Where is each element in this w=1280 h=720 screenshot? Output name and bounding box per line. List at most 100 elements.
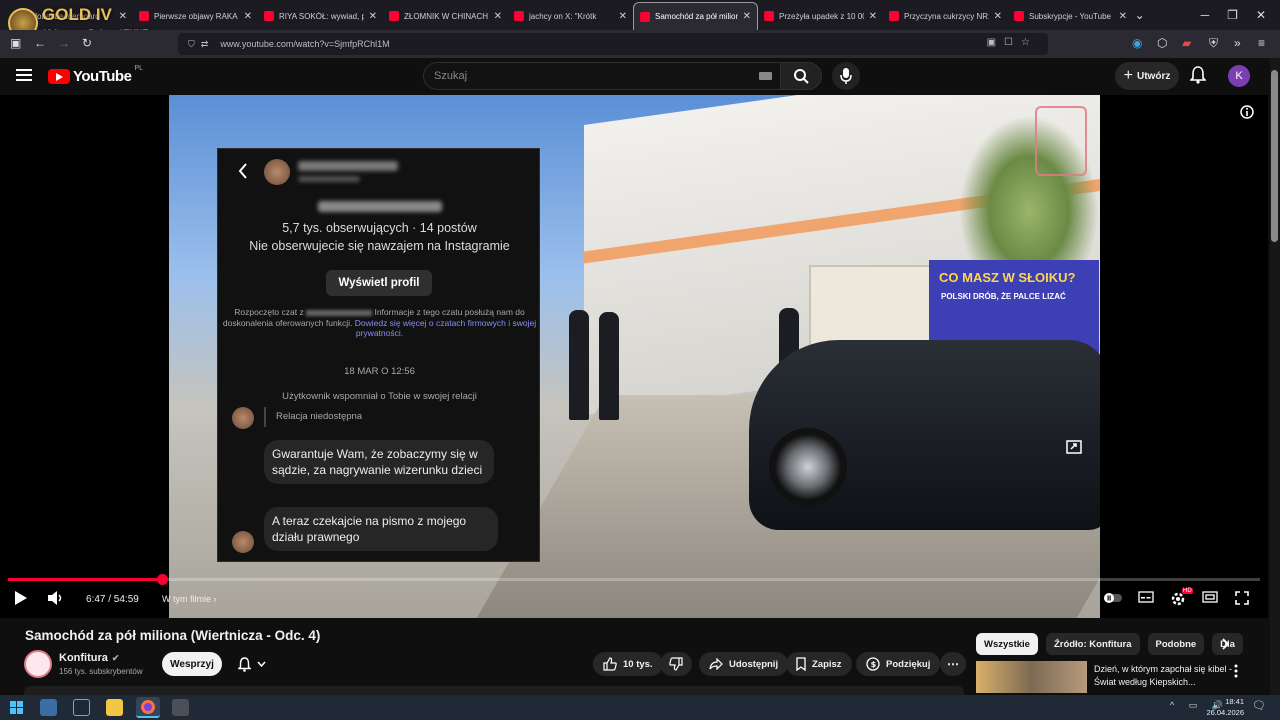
save-label: Zapisz — [812, 658, 842, 670]
tab-list-chevron-icon[interactable]: ⌄ — [1135, 8, 1145, 22]
reader-and-bookmark-icons[interactable]: ▣☐☆ — [987, 37, 1038, 48]
address-bar[interactable]: ⛉ ⇄ www.youtube.com/watch?v=SjmfpRChl1M … — [178, 33, 1048, 55]
browser-tab[interactable]: RIYA SOKÓŁ: wywiad, pie ✕ — [258, 2, 383, 30]
info-icon[interactable] — [1240, 105, 1254, 119]
windows-start-icon[interactable] — [8, 699, 25, 716]
tab-close-icon[interactable]: ✕ — [119, 11, 127, 22]
browser-tab[interactable]: Pierwsze objawy RAKA P ✕ — [133, 2, 258, 30]
chapter-label: W tym filmie — [162, 594, 211, 604]
forward-icon[interactable]: → — [58, 36, 70, 50]
privacy-icon[interactable]: ⛨ — [1209, 36, 1218, 51]
view-profile-button: Wyświetl profil — [326, 270, 432, 296]
minimize-icon[interactable]: ─ — [1201, 8, 1210, 22]
account-avatar[interactable]: K — [1228, 65, 1250, 87]
hamburger-menu-icon[interactable] — [16, 68, 32, 82]
page-scrollbar[interactable] — [1270, 58, 1280, 695]
adblock-extension-icon[interactable]: ◉ — [1132, 36, 1142, 50]
extension-badge-icon[interactable]: ▰ — [1182, 36, 1191, 50]
like-button[interactable]: 10 tys. — [593, 652, 663, 676]
chat-message-1: Gwarantuje Wam, że zobaczymy się w sądzi… — [264, 440, 494, 484]
progress-bar[interactable] — [8, 574, 1260, 585]
browser-tab[interactable]: Global Leaderboard ✕ — [8, 2, 133, 30]
tab-close-icon[interactable]: ✕ — [619, 11, 627, 22]
filter-chip[interactable]: Źródło: Konfitura — [1045, 633, 1140, 655]
search-button[interactable] — [780, 62, 822, 90]
steam-icon[interactable] — [73, 699, 90, 716]
filter-chip[interactable]: Wszystkie — [976, 633, 1038, 655]
close-window-icon[interactable]: ✕ — [1256, 8, 1266, 22]
sidebar-toggle-icon[interactable]: ▣ — [10, 36, 21, 50]
tab-favicon-icon — [14, 11, 24, 21]
fullscreen-icon[interactable] — [1235, 591, 1249, 605]
sender-avatar — [232, 531, 254, 553]
browser-tab[interactable]: jachcy on X: "Krótk ✕ — [508, 2, 633, 30]
more-actions-button[interactable]: ⋯ — [940, 652, 966, 676]
tab-close-icon[interactable]: ✕ — [1119, 11, 1127, 22]
tab-favicon-icon — [1014, 11, 1024, 21]
expand-overlay-icon[interactable] — [1066, 440, 1082, 454]
reload-icon[interactable]: ↻ — [82, 36, 92, 50]
recommendation-title[interactable]: Dzień, w którym zapchał się kibel - Świa… — [1094, 663, 1234, 689]
firefox-icon[interactable] — [136, 697, 160, 718]
overflow-icon[interactable]: » — [1234, 36, 1241, 50]
svg-text:$: $ — [871, 660, 877, 669]
back-icon[interactable]: ← — [34, 36, 46, 50]
file-explorer-icon[interactable] — [106, 699, 123, 716]
app-icon-computer[interactable] — [40, 699, 57, 716]
thanks-button[interactable]: $ Podziękuj — [856, 652, 941, 676]
extensions-icon[interactable]: ⬡ — [1157, 36, 1167, 50]
tab-close-icon[interactable]: ✕ — [369, 11, 377, 22]
tab-close-icon[interactable]: ✕ — [994, 11, 1002, 22]
tab-close-icon[interactable]: ✕ — [743, 11, 751, 22]
search-placeholder: Szukaj — [434, 70, 468, 82]
search-input[interactable]: Szukaj — [423, 62, 780, 90]
channel-watermark-icon[interactable] — [1035, 106, 1087, 176]
shield-icon[interactable]: ⛉ — [188, 39, 195, 50]
like-count: 10 tys. — [623, 658, 653, 670]
chat-date: 18 MAR O 12:56 — [344, 366, 415, 377]
tab-close-icon[interactable]: ✕ — [869, 11, 877, 22]
voice-search-button[interactable] — [832, 62, 860, 90]
notification-center-icon[interactable]: 🗨 — [1252, 699, 1268, 715]
browser-tab[interactable]: Przeżyła upadek z 10 000 ✕ — [758, 2, 883, 30]
scrollbar-thumb[interactable] — [1271, 70, 1278, 242]
share-button[interactable]: Udostępnij — [699, 652, 789, 676]
more-vertical-icon[interactable] — [1234, 664, 1238, 678]
volume-icon[interactable] — [48, 591, 64, 605]
chapter-button[interactable]: W tym filmie › — [162, 594, 217, 604]
tab-close-icon[interactable]: ✕ — [494, 11, 502, 22]
permissions-icon[interactable]: ⇄ — [201, 39, 209, 50]
progress-scrubber[interactable] — [157, 574, 169, 585]
notification-settings-button[interactable] — [228, 652, 276, 676]
restore-icon[interactable]: ❐ — [1227, 8, 1238, 22]
browser-tab[interactable]: Subskrypcje - YouTube ✕ — [1008, 2, 1133, 30]
channel-avatar[interactable] — [24, 650, 52, 678]
dislike-button[interactable] — [660, 652, 692, 676]
miniplayer-icon[interactable] — [1202, 591, 1218, 603]
browser-tab[interactable]: Samochód za pół milion ✕ — [633, 2, 758, 30]
browser-tab[interactable]: Przyczyna cukrzycy NR1 ✕ — [883, 2, 1008, 30]
url-text[interactable]: www.youtube.com/watch?v=SjmfpRChl1M — [220, 39, 389, 49]
notifications-bell-icon[interactable] — [1190, 66, 1206, 84]
browser-tab[interactable]: ZŁOMNIK W CHINACH # ✕ — [383, 2, 508, 30]
tab-title: Samochód za pół milion — [655, 12, 738, 21]
filter-chip[interactable]: Podobne — [1147, 633, 1205, 655]
create-button[interactable]: + Utwórz — [1115, 62, 1179, 90]
youtube-logo[interactable]: YouTube PL — [48, 65, 143, 85]
play-icon[interactable] — [15, 591, 27, 605]
app-icon-misc[interactable] — [172, 699, 189, 716]
app-menu-icon[interactable]: ≡ — [1258, 36, 1265, 50]
video-player[interactable]: CO MASZ W SŁOIKU? POLSKI DRÓB, ŻE PALCE … — [0, 95, 1268, 618]
chat-message-2: A teraz czekajcie na pismo z mojego dzia… — [264, 507, 498, 551]
taskbar-clock[interactable]: 18:41 26.04.2026 — [1200, 696, 1244, 718]
keyboard-icon[interactable] — [759, 72, 772, 80]
autoplay-toggle[interactable] — [1104, 593, 1122, 603]
support-button[interactable]: Wesprzyj — [162, 652, 222, 676]
save-button[interactable]: Zapisz — [786, 652, 852, 676]
tab-close-icon[interactable]: ✕ — [244, 11, 252, 22]
channel-name[interactable]: Konfitura ✔ — [59, 652, 119, 664]
chevron-right-icon[interactable] — [1222, 638, 1230, 650]
recommendation-thumbnail[interactable] — [976, 661, 1087, 693]
subtitles-icon[interactable] — [1138, 591, 1154, 603]
thumbs-down-icon — [669, 657, 683, 671]
